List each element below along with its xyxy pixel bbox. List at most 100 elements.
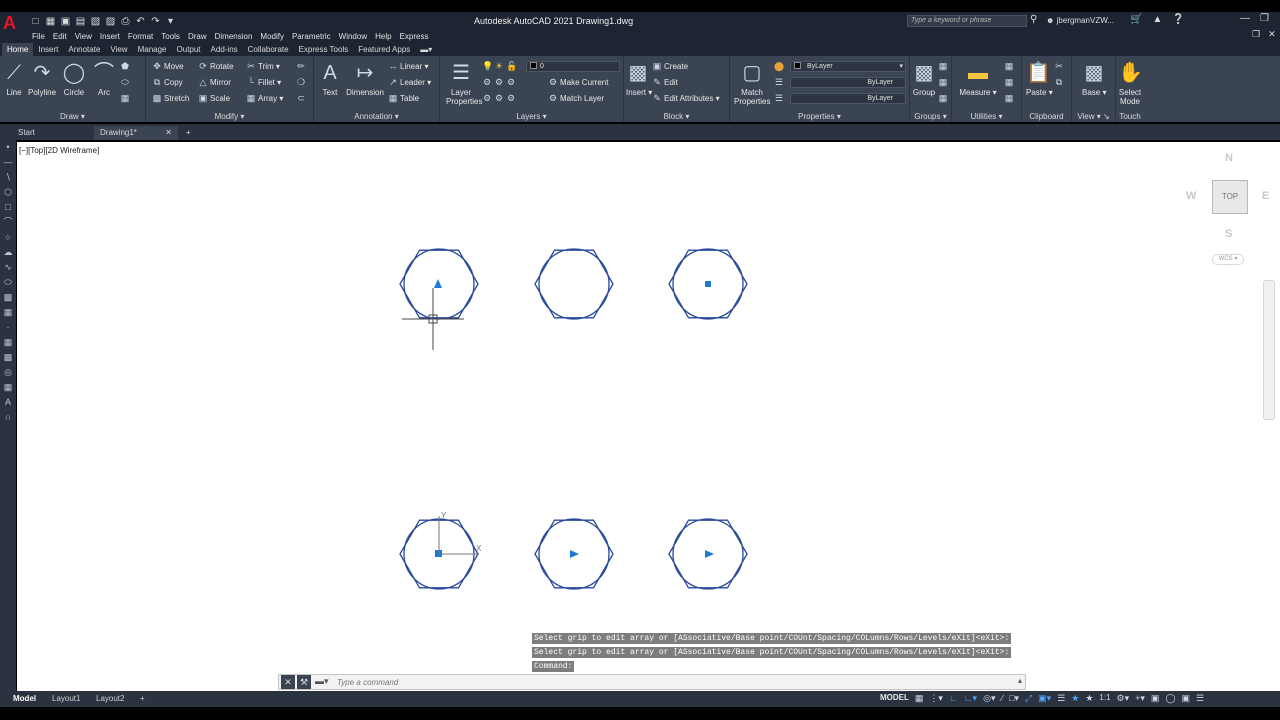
osnap-icon[interactable]: □▾ xyxy=(1009,693,1019,704)
copy-clip-button[interactable]: ⧉ xyxy=(1054,76,1066,88)
minimize-icon[interactable]: — xyxy=(1240,13,1250,24)
block-panel-title[interactable]: Block ▾ xyxy=(624,112,729,121)
spline-tool-icon[interactable]: ∿ xyxy=(0,260,16,275)
copy-button[interactable]: ⧉ Copy xyxy=(152,76,183,88)
edit-block-button[interactable]: ✎ Edit xyxy=(652,76,678,88)
cut-button[interactable]: ✂ xyxy=(1054,60,1066,72)
menu-window[interactable]: Window xyxy=(339,30,375,43)
annotation-panel-title[interactable]: Annotation ▾ xyxy=(314,112,439,121)
ortho-icon[interactable]: ∟ xyxy=(949,693,958,704)
new-tab-button[interactable]: + xyxy=(180,126,197,140)
annotation-scale-value[interactable]: 1:1 xyxy=(1099,693,1110,704)
dimension-button[interactable]: ↦ Dimension xyxy=(346,60,384,97)
tab-view[interactable]: View xyxy=(105,43,132,56)
circle-tool-icon[interactable]: ○ xyxy=(0,230,16,245)
clipboard-panel-title[interactable]: Clipboard xyxy=(1022,112,1071,121)
settings-gear-icon[interactable]: ⚙▾ xyxy=(1117,693,1130,704)
close-tab-icon[interactable]: ✕ xyxy=(165,126,172,140)
close-command-icon[interactable]: ✕ xyxy=(281,675,295,689)
open-icon[interactable]: ▦ xyxy=(45,16,56,27)
select-mode-button[interactable]: ✋ Select Mode xyxy=(1118,60,1143,106)
point-tool-icon[interactable]: · xyxy=(0,320,16,335)
customize-qat-icon[interactable]: ▾ xyxy=(165,16,176,27)
tab-express-tools[interactable]: Express Tools xyxy=(294,43,354,56)
paste-button[interactable]: 📋 Paste ▾ xyxy=(1026,60,1053,97)
menu-file[interactable]: File xyxy=(32,30,53,43)
rectangle-button[interactable]: ⬟ xyxy=(120,60,132,72)
layer-tools-row-2[interactable]: ⚙ ⚙ ⚙ xyxy=(482,92,518,104)
create-block-button[interactable]: ▣ Create xyxy=(652,60,688,72)
layout-tab-layout1[interactable]: Layout1 xyxy=(52,693,80,705)
offset-button[interactable]: ⊂ xyxy=(296,92,308,104)
selection-cycling-icon[interactable]: ▣▾ xyxy=(1038,693,1051,704)
ribbon-toggle-icon[interactable]: ▬▾ xyxy=(415,43,437,56)
viewcube-west[interactable]: W xyxy=(1186,190,1196,202)
xline-tool-icon[interactable]: — xyxy=(0,155,16,170)
menu-draw[interactable]: Draw xyxy=(188,30,215,43)
menu-insert[interactable]: Insert xyxy=(100,30,128,43)
block-tool-icon[interactable]: ▦ xyxy=(0,305,16,320)
region-tool-icon[interactable]: ◎ xyxy=(0,365,16,380)
snap-icon[interactable]: ⋮▾ xyxy=(929,693,943,704)
modify-panel-title[interactable]: Modify ▾ xyxy=(146,112,313,121)
insert-button[interactable]: ▩ Insert ▾ xyxy=(626,60,652,97)
restore-icon[interactable]: ❐ xyxy=(1260,13,1269,24)
command-history-toggle-icon[interactable]: ▴ xyxy=(1018,676,1022,685)
tab-manage[interactable]: Manage xyxy=(133,43,172,56)
arc-tool-icon[interactable]: ⌒ xyxy=(0,215,16,230)
plot-icon[interactable]: ⎙ xyxy=(120,16,131,27)
tab-home[interactable]: Home xyxy=(2,43,34,56)
quickcalc-button[interactable]: ▦ xyxy=(1004,60,1016,72)
polyline-tool-icon[interactable]: ∖ xyxy=(0,170,16,185)
color-dropdown[interactable]: ByLayer ▾ xyxy=(790,61,906,72)
help-icon[interactable]: ❔ xyxy=(1172,14,1184,25)
layer-properties-button[interactable]: ☰ Layer Properties xyxy=(446,60,482,106)
viewcube-east[interactable]: E xyxy=(1262,190,1269,202)
scale-button[interactable]: ▣ Scale xyxy=(198,92,230,104)
tab-featured-apps[interactable]: Featured Apps xyxy=(353,43,415,56)
save-as-icon[interactable]: ▤ xyxy=(75,16,86,27)
polar-icon[interactable]: ∟▾ xyxy=(964,693,977,704)
arc-button[interactable]: ⌒ Arc xyxy=(92,60,116,97)
customize-command-icon[interactable]: ⚒ xyxy=(297,675,311,689)
lineweight-dropdown[interactable]: ByLayer xyxy=(790,93,906,104)
insert-tool-icon[interactable]: ▩ xyxy=(0,290,16,305)
group-button[interactable]: ▩ Group xyxy=(912,60,936,97)
grid-icon[interactable]: ▦ xyxy=(915,693,924,704)
model-space-toggle[interactable]: MODEL xyxy=(880,693,909,704)
erase-button[interactable]: ✏ xyxy=(296,60,308,72)
tab-collaborate[interactable]: Collaborate xyxy=(243,43,294,56)
make-current-button[interactable]: ⚙ Make Current xyxy=(548,76,609,88)
group-select-button[interactable]: ▦ xyxy=(938,92,950,104)
viewcube-top-face[interactable]: TOP xyxy=(1212,180,1248,214)
circle-button[interactable]: ◯ Circle xyxy=(62,60,86,97)
menu-view[interactable]: View xyxy=(75,30,100,43)
polyline-button[interactable]: ↷ Polyline xyxy=(28,60,56,97)
drawing-canvas[interactable]: Y X xyxy=(17,142,1280,691)
new-icon[interactable]: □ xyxy=(30,16,41,27)
grip-triangle-up[interactable] xyxy=(434,279,442,288)
leader-button[interactable]: ↗ Leader ▾ xyxy=(388,76,431,88)
group-edit-button[interactable]: ▦ xyxy=(938,76,950,88)
linear-button[interactable]: ↔ Linear ▾ xyxy=(388,60,429,72)
table-tool-icon[interactable]: ▦ xyxy=(0,380,16,395)
menu-tools[interactable]: Tools xyxy=(161,30,188,43)
move-button[interactable]: ✥ Move xyxy=(152,60,183,72)
menu-express[interactable]: Express xyxy=(400,30,437,43)
mirror-button[interactable]: △ Mirror xyxy=(198,76,231,88)
command-input[interactable] xyxy=(337,676,977,688)
stretch-button[interactable]: ▩ Stretch xyxy=(152,92,190,104)
hatch-button[interactable]: ⬭ xyxy=(120,76,132,88)
search-icon[interactable]: ⚲ xyxy=(1030,14,1037,25)
array-button[interactable]: ▦ Array ▾ xyxy=(246,92,284,104)
hatch-tool-icon[interactable]: ▦ xyxy=(0,335,16,350)
viewcube-south[interactable]: S xyxy=(1225,228,1232,240)
tab-annotate[interactable]: Annotate xyxy=(63,43,105,56)
tab-start[interactable]: Start xyxy=(12,126,41,140)
osnap-tracking-icon[interactable]: ∕ xyxy=(1001,693,1003,704)
ellipse-tool-icon[interactable]: ⬭ xyxy=(0,275,16,290)
menu-modify[interactable]: Modify xyxy=(260,30,292,43)
web-save-icon[interactable]: ▨ xyxy=(105,16,116,27)
layer-state-icons[interactable]: 💡 ☀ 🔓 xyxy=(482,60,518,72)
ungroup-button[interactable]: ▦ xyxy=(938,60,950,72)
